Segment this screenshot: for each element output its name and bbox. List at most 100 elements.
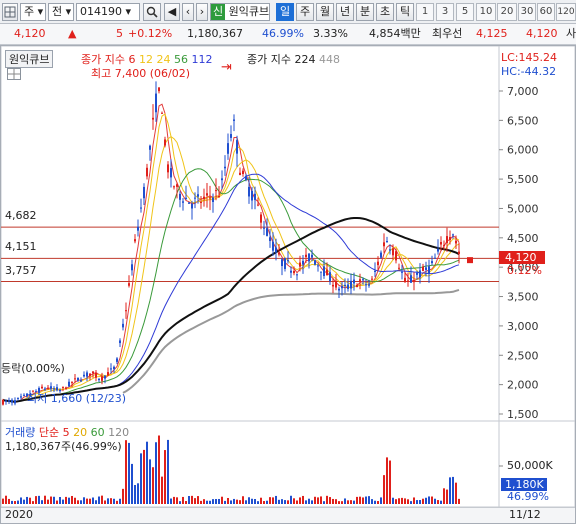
volume-bar	[380, 497, 382, 504]
hline-label-2: 4,151	[5, 240, 37, 253]
volume-bar	[179, 501, 181, 504]
candle-body	[371, 278, 373, 280]
candle-body	[389, 249, 391, 251]
period-minute-button[interactable]: 분	[356, 3, 374, 21]
volume-bar	[419, 499, 421, 504]
volume-bar	[422, 498, 424, 504]
company-box[interactable]: 신 원익큐브	[210, 3, 270, 21]
price-axis-label: 4,500	[507, 232, 539, 245]
candle-body	[449, 237, 451, 241]
candle-body	[326, 269, 328, 276]
volume-bar	[158, 435, 160, 504]
chevron-down-icon: ▾	[37, 5, 44, 18]
tick-5-button[interactable]: 5	[456, 3, 474, 21]
stock-name-tab[interactable]: 원익큐브	[5, 50, 54, 68]
candle-body	[278, 252, 280, 255]
tick-120-button[interactable]: 120	[556, 3, 576, 21]
speaker-icon[interactable]: ◀	[164, 3, 180, 21]
volume-bar	[47, 499, 49, 504]
market-select-value: 주	[24, 5, 35, 18]
tick-10-button[interactable]: 10	[476, 3, 496, 21]
candle-body	[77, 377, 79, 381]
tick-60-button[interactable]: 60	[537, 3, 555, 21]
grid-icon[interactable]	[2, 3, 18, 21]
volume-bar	[296, 500, 298, 504]
next-button[interactable]: ›	[196, 3, 208, 21]
toolbar: 주 ▾ 전 ▾ 014190 ▾ ◀ ‹ › 신 원익큐브 일 주 월 년 분 …	[0, 0, 576, 24]
price-axis-label: 6,500	[507, 114, 539, 127]
candle-body	[125, 310, 127, 312]
volume-bar	[122, 488, 124, 504]
price-axis-label: 5,500	[507, 173, 539, 186]
candle-body	[437, 248, 439, 252]
grid-toggle-icon[interactable]	[7, 68, 21, 80]
tick-30-button[interactable]: 30	[518, 3, 536, 21]
high-annotation: 최고 7,400 (06/02)	[91, 67, 191, 80]
candle-body	[359, 279, 361, 282]
volume-bar	[11, 500, 13, 504]
ma2-extra: 448	[318, 53, 340, 66]
high-arrow-icon: ⇥	[221, 60, 232, 75]
tick-20-button[interactable]: 20	[497, 3, 517, 21]
volume-bar	[137, 483, 139, 504]
volume-bar	[320, 496, 322, 504]
candle-body	[50, 386, 52, 389]
code-input[interactable]: 014190 ▾	[76, 3, 140, 21]
volume-bar	[221, 496, 223, 504]
candle-body	[158, 87, 160, 92]
code-input-value: 014190	[80, 5, 122, 18]
period-day-button[interactable]: 일	[276, 3, 294, 21]
volume-bar	[368, 496, 370, 504]
candle-body	[398, 267, 400, 269]
candle-body	[86, 372, 88, 377]
volume-bar	[59, 497, 61, 504]
period-week-button[interactable]: 주	[296, 3, 314, 21]
volume-bar	[305, 500, 307, 504]
volume-bar	[377, 501, 379, 504]
candle-body	[347, 284, 349, 289]
volume-bar	[329, 497, 331, 504]
candle-body	[386, 241, 388, 243]
volume-bar	[5, 495, 7, 504]
volume-bar	[41, 500, 43, 504]
period-month-button[interactable]: 월	[316, 3, 334, 21]
period-tick-button[interactable]: 틱	[396, 3, 414, 21]
chart-frame[interactable]: 7,000 6,500 6,000 5,500 5,000 4,500 4,000 3,500…	[0, 45, 576, 524]
candle-body	[215, 190, 217, 192]
hline-label-3: 3,757	[5, 264, 37, 277]
candle-body	[14, 400, 16, 404]
period-second-button[interactable]: 초	[376, 3, 394, 21]
volume-bar	[275, 495, 277, 504]
tick-1-button[interactable]: 1	[416, 3, 434, 21]
volume-bar	[197, 496, 199, 504]
volume-bar	[437, 500, 439, 504]
candle-body	[161, 112, 163, 114]
period-year-button[interactable]: 년	[336, 3, 354, 21]
candle-body	[20, 396, 22, 398]
date-label: 11/12	[509, 508, 541, 521]
candle-body	[248, 186, 250, 197]
tick-3-button[interactable]: 3	[436, 3, 454, 21]
volume-bar	[284, 500, 286, 504]
search-button[interactable]	[143, 3, 161, 21]
candle-body	[182, 201, 184, 203]
sub-select[interactable]: 전 ▾	[48, 3, 74, 21]
volume-bar	[410, 501, 412, 504]
candle-body	[47, 387, 49, 389]
candle-body	[185, 197, 187, 199]
candle-body	[80, 380, 82, 382]
volume-bar	[344, 498, 346, 504]
volume-bar	[431, 496, 433, 504]
prev-button[interactable]: ‹	[182, 3, 194, 21]
market-select[interactable]: 주 ▾	[20, 3, 46, 21]
ratio-label: 등락(0.00%)	[1, 362, 65, 375]
volume-bar	[206, 500, 208, 504]
candle-body	[17, 397, 19, 399]
up-arrow-icon: ▲	[68, 27, 77, 40]
candle-body	[455, 240, 457, 244]
volume-bar	[98, 496, 100, 504]
volume-bar	[341, 501, 343, 504]
candle-body	[41, 386, 43, 389]
candle-body	[410, 275, 412, 283]
price-axis-label: 2,000	[507, 379, 539, 392]
